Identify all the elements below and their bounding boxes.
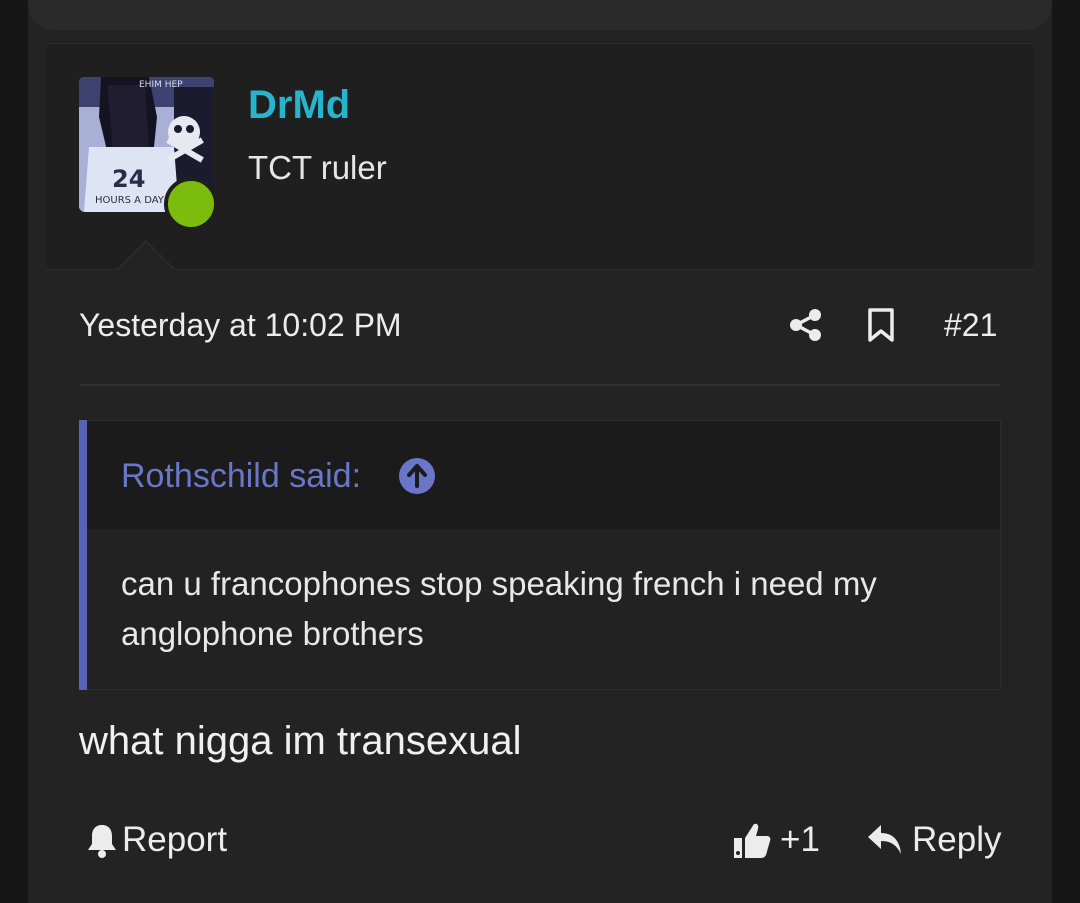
quote-author[interactable]: Rothschild said: — [121, 455, 361, 497]
quote-accent-bar — [79, 420, 87, 690]
reply-arrow-icon — [868, 825, 901, 854]
bookmark-icon[interactable] — [866, 307, 896, 343]
online-status-dot — [164, 177, 218, 231]
user-title: TCT ruler — [248, 149, 387, 186]
post-message: what nigga im transexual — [79, 719, 522, 763]
post-number[interactable]: #21 — [944, 305, 997, 345]
bell-icon — [88, 825, 116, 858]
quote-text: can u francophones stop speaking french … — [121, 565, 877, 652]
page: 24 HOURS A DAY EHIM HEP DrMd TCT ruler Y… — [0, 0, 1080, 903]
previous-post-edge — [28, 0, 1052, 30]
like-button[interactable]: +1 — [732, 818, 820, 862]
like-count: +1 — [780, 820, 820, 859]
header-arrow-inner — [118, 242, 174, 270]
report-label: Report — [122, 820, 228, 859]
report-button[interactable]: Report — [86, 818, 227, 862]
svg-text:24: 24 — [112, 165, 145, 193]
share-icon[interactable] — [788, 307, 824, 343]
svg-text:HOURS A DAY: HOURS A DAY — [95, 195, 165, 206]
divider — [79, 384, 1001, 386]
thumbs-up-icon — [734, 823, 771, 858]
username[interactable]: DrMd — [248, 82, 350, 128]
reply-label: Reply — [912, 820, 1002, 859]
post-timestamp[interactable]: Yesterday at 10:02 PM — [79, 305, 402, 345]
arrow-up-circle-icon[interactable] — [398, 457, 436, 495]
svg-text:EHIM HEP: EHIM HEP — [139, 80, 183, 90]
reply-button[interactable]: Reply — [866, 818, 1001, 862]
